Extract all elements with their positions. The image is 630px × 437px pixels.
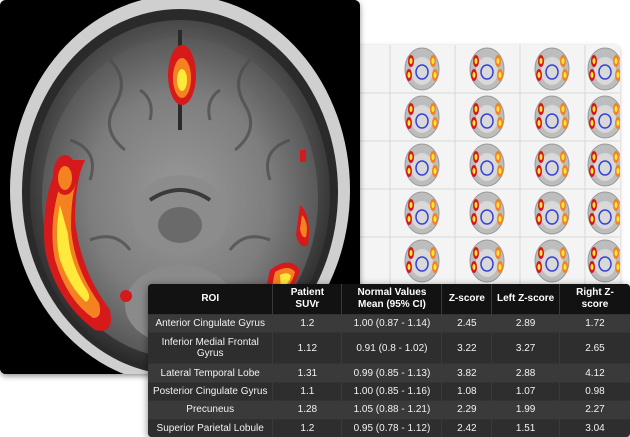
slice-thumbnail xyxy=(534,95,570,139)
slice-thumbnail xyxy=(404,95,440,139)
slice-thumbnail xyxy=(469,47,505,91)
slice-thumbnail xyxy=(404,143,440,187)
header-normal-values-line1: Normal Values xyxy=(357,287,427,298)
cell-left-z: 1.99 xyxy=(491,400,560,420)
cell-z: 1.08 xyxy=(441,381,493,401)
cell-right-z: 2.27 xyxy=(559,400,630,420)
slice-thumbnail xyxy=(587,143,620,187)
cell-suvr: 1.12 xyxy=(272,332,343,364)
cell-roi: Superior Parietal Lobule xyxy=(148,418,274,437)
cell-normal: 1.00 (0.85 - 1.16) xyxy=(341,381,443,401)
header-roi: ROI xyxy=(148,284,274,315)
cell-left-z: 2.88 xyxy=(491,363,560,383)
slice-thumbnail xyxy=(587,239,620,283)
cell-right-z: 4.12 xyxy=(559,363,630,383)
roi-results-table: ROI Patient SUVr Normal Values Mean (95%… xyxy=(148,284,630,437)
cell-suvr: 1.2 xyxy=(272,313,343,333)
cell-normal: 0.99 (0.85 - 1.13) xyxy=(341,363,443,383)
table-header-row: ROI Patient SUVr Normal Values Mean (95%… xyxy=(148,284,630,315)
cell-z: 2.45 xyxy=(441,313,493,333)
cell-normal: 1.00 (0.87 - 1.14) xyxy=(341,313,443,333)
slice-thumbnail xyxy=(404,239,440,283)
cell-z: 2.29 xyxy=(441,400,493,420)
cell-z: 2.42 xyxy=(441,418,493,437)
cell-roi: Inferior Medial Frontal Gyrus xyxy=(148,332,274,364)
cell-normal: 1.05 (0.88 - 1.21) xyxy=(341,400,443,420)
cell-roi: Precuneus xyxy=(148,400,274,420)
header-z-score: Z-score xyxy=(441,284,493,315)
cell-right-z: 3.04 xyxy=(559,418,630,437)
cell-normal: 0.91 (0.8 - 1.02) xyxy=(341,332,443,364)
cell-roi: Posterior Cingulate Gyrus xyxy=(148,381,274,401)
cell-left-z: 2.89 xyxy=(491,313,560,333)
slice-thumbnail xyxy=(469,95,505,139)
slice-thumbnail xyxy=(404,47,440,91)
header-right-z-score: Right Z-score xyxy=(559,284,630,315)
slice-thumbnail xyxy=(469,239,505,283)
cell-z: 3.82 xyxy=(441,363,493,383)
header-patient-suvr: Patient SUVr xyxy=(272,284,343,315)
slice-thumbnail xyxy=(587,191,620,235)
slice-thumbnail xyxy=(587,95,620,139)
cell-left-z: 1.07 xyxy=(491,381,560,401)
slice-thumbnail xyxy=(469,191,505,235)
cell-normal: 0.95 (0.78 - 1.12) xyxy=(341,418,443,437)
slice-thumbnail xyxy=(534,143,570,187)
header-left-z-score: Left Z-score xyxy=(491,284,560,315)
cell-z: 3.22 xyxy=(441,332,493,364)
slice-thumbnail xyxy=(534,47,570,91)
cell-roi: Lateral Temporal Lobe xyxy=(148,363,274,383)
slice-thumbnail xyxy=(404,191,440,235)
cell-right-z: 2.65 xyxy=(559,332,630,364)
table-row: Inferior Medial Frontal Gyrus 1.12 0.91 … xyxy=(148,332,630,364)
slice-thumbnail xyxy=(469,143,505,187)
table-row: Posterior Cingulate Gyrus 1.1 1.00 (0.85… xyxy=(148,381,630,401)
cell-roi: Anterior Cingulate Gyrus xyxy=(148,313,274,333)
header-normal-values: Normal Values Mean (95% CI) xyxy=(341,284,443,315)
table-row: Lateral Temporal Lobe 1.31 0.99 (0.85 - … xyxy=(148,363,630,383)
slice-thumbnail xyxy=(587,47,620,91)
cell-left-z: 1.51 xyxy=(491,418,560,437)
cell-right-z: 1.72 xyxy=(559,313,630,333)
cell-suvr: 1.2 xyxy=(272,418,343,437)
cell-right-z: 0.98 xyxy=(559,381,630,401)
cell-suvr: 1.28 xyxy=(272,400,343,420)
cell-suvr: 1.1 xyxy=(272,381,343,401)
slice-thumbnail xyxy=(534,191,570,235)
header-normal-values-line2: Mean (95% CI) xyxy=(358,299,426,310)
cell-left-z: 3.27 xyxy=(491,332,560,364)
table-row: Precuneus 1.28 1.05 (0.88 - 1.21) 2.29 1… xyxy=(148,400,630,420)
cell-suvr: 1.31 xyxy=(272,363,343,383)
slice-thumbnail xyxy=(534,239,570,283)
table-row: Anterior Cingulate Gyrus 1.2 1.00 (0.87 … xyxy=(148,313,630,333)
table-row: Superior Parietal Lobule 1.2 0.95 (0.78 … xyxy=(148,418,630,437)
